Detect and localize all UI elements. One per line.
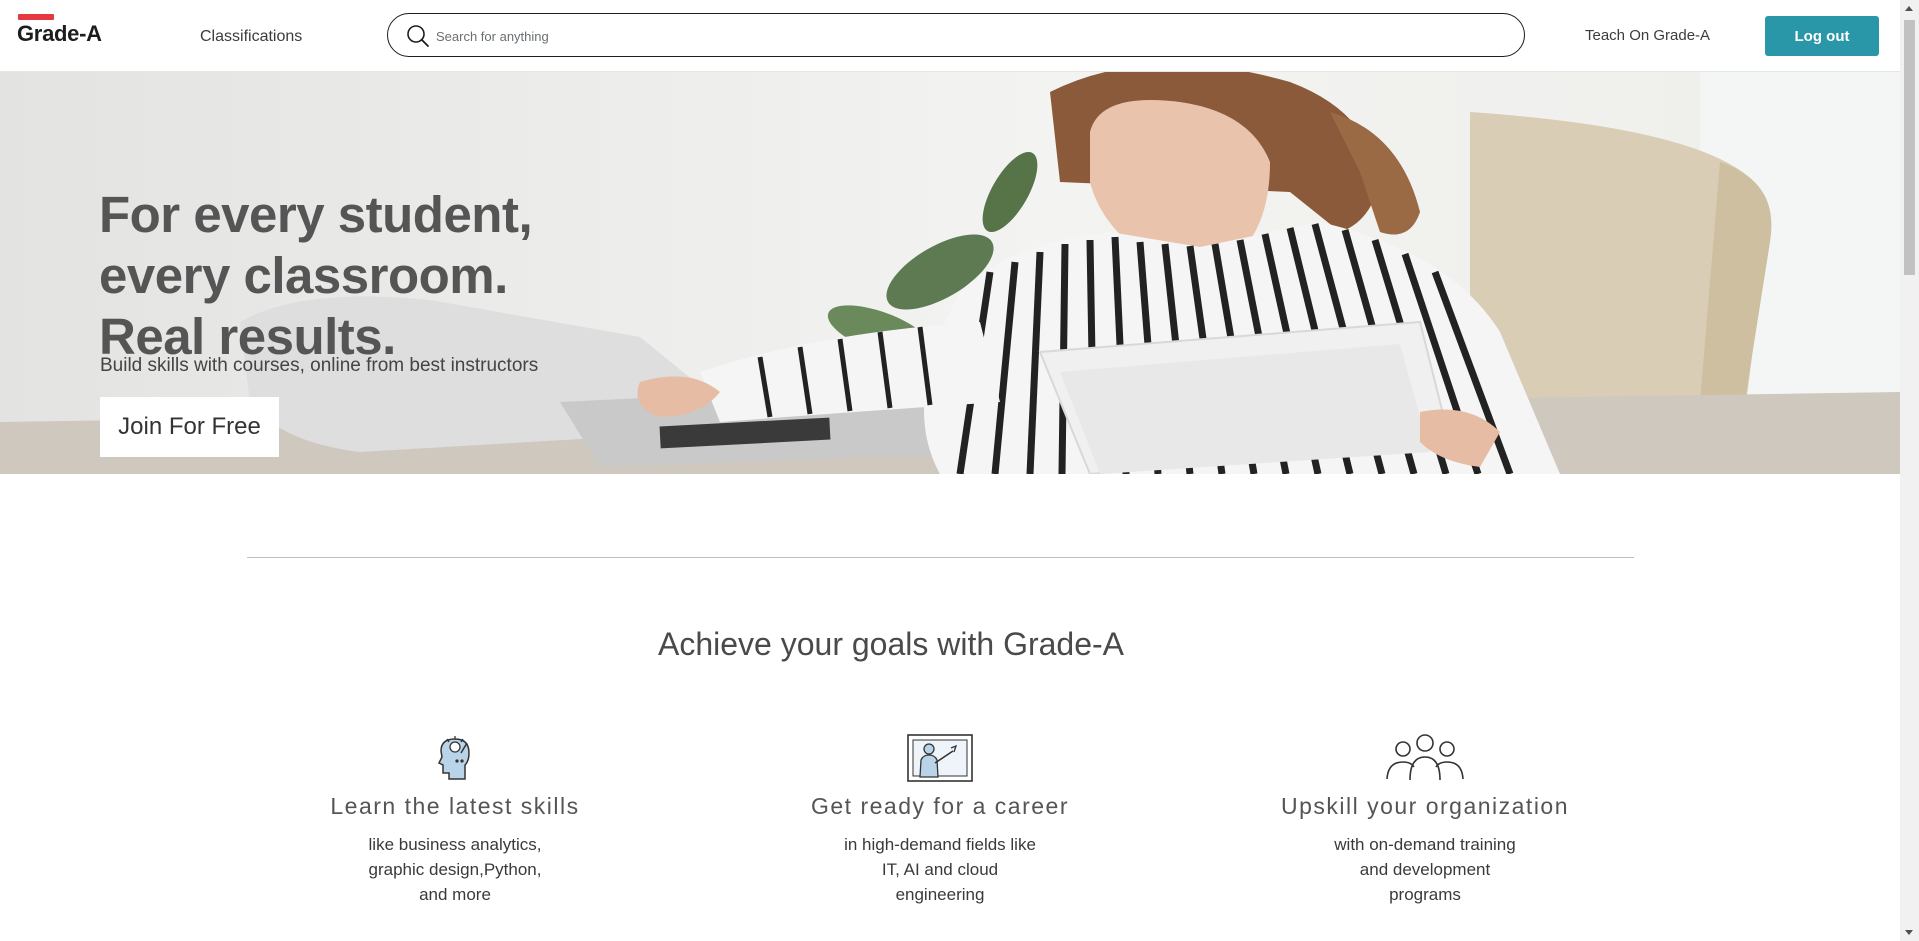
top-navbar: Grade-A Classifications Teach On Grade-A… [0, 0, 1900, 72]
feature-learn-skills: Learn the latest skills like business an… [285, 733, 625, 907]
feature-title: Get ready for a career [811, 793, 1069, 819]
logout-button[interactable]: Log out [1765, 16, 1879, 56]
logo-text: Grade-A [17, 21, 102, 46]
scroll-up-arrow-icon[interactable] [1905, 6, 1913, 11]
feature-description: like business analytics, graphic design,… [368, 835, 542, 904]
goals-heading: Achieve your goals with Grade-A [658, 626, 1124, 662]
hero-title-line-2: every classroom. [99, 247, 508, 305]
hero-title: For every student, every classroom. Real… [99, 184, 533, 367]
hero-banner: For every student, every classroom. Real… [0, 72, 1900, 474]
feature-title: Learn the latest skills [330, 793, 580, 819]
hero-title-line-1: For every student, [99, 186, 533, 244]
teach-link[interactable]: Teach On Grade-A [1585, 27, 1710, 44]
section-divider [247, 557, 1634, 558]
vertical-scrollbar[interactable] [1900, 0, 1919, 941]
search-input[interactable] [434, 23, 1498, 49]
feature-upskill-organization: Upskill your organization with on-demand… [1255, 733, 1595, 907]
scroll-down-arrow-icon[interactable] [1905, 930, 1913, 935]
feature-career: Get ready for a career in high-demand fi… [770, 733, 1110, 907]
join-for-free-button[interactable]: Join For Free [100, 397, 279, 457]
logo[interactable]: Grade-A [17, 13, 117, 47]
group-people-icon [1386, 734, 1464, 781]
head-lightbulb-icon [437, 736, 470, 780]
logo-accent-bar [18, 14, 54, 20]
hero-subtitle: Build skills with courses, online from b… [100, 355, 539, 376]
scrollbar-thumb[interactable] [1904, 20, 1915, 275]
teacher-board-icon [907, 734, 973, 782]
search-bar[interactable] [387, 13, 1525, 57]
search-icon[interactable] [406, 24, 430, 48]
feature-description: with on-demand training and development … [1334, 835, 1516, 904]
feature-description: in high-demand fields like IT, AI and cl… [844, 835, 1036, 904]
feature-title: Upskill your organization [1280, 793, 1570, 819]
classifications-link[interactable]: Classifications [200, 28, 302, 46]
